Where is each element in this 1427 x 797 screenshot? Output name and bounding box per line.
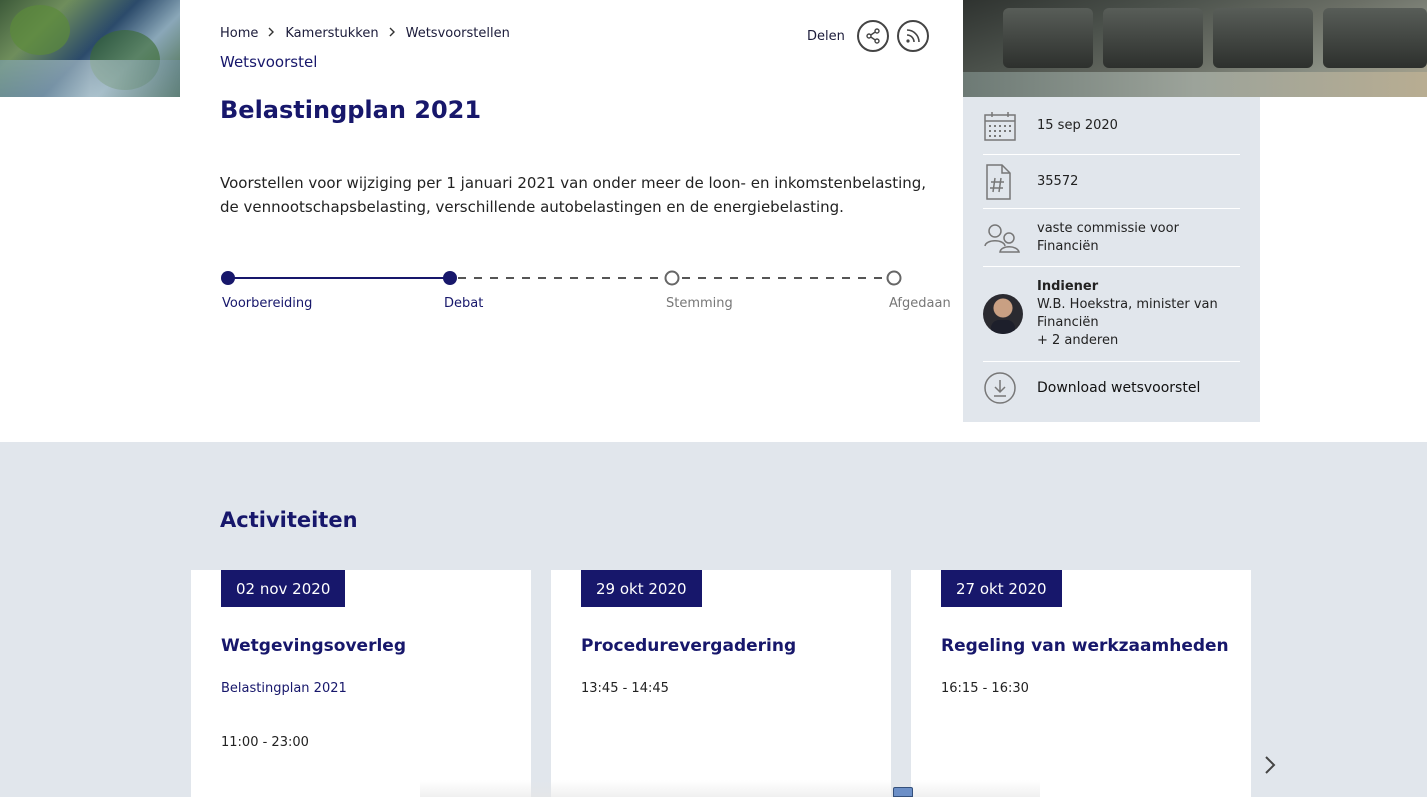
breadcrumb-wetsvoorstellen[interactable]: Wetsvoorstellen (406, 26, 510, 41)
committee-row[interactable]: vaste commissie voor Financiën (983, 209, 1240, 267)
share-button[interactable] (856, 20, 889, 52)
activity-date: 29 okt 2020 (581, 570, 702, 607)
rss-button[interactable] (896, 20, 929, 52)
activity-date: 02 nov 2020 (221, 570, 346, 607)
activity-card[interactable]: 02 nov 2020 Wetgevingsoverleg Belastingp… (191, 570, 531, 797)
floating-widget-icon[interactable] (893, 787, 913, 797)
number-row: 35572 (983, 155, 1240, 209)
submitter-name[interactable]: W.B. Hoekstra, minister van Financiën (1037, 297, 1218, 330)
breadcrumb: Home Kamerstukken Wetsvoorstellen (220, 26, 510, 41)
step-label-afgedaan: Afgedaan (889, 296, 951, 311)
download-icon (983, 371, 1037, 405)
bottom-overlay (420, 780, 1040, 797)
activity-time: 11:00 - 23:00 (221, 735, 309, 750)
step-dot-debat (443, 271, 457, 285)
activity-title[interactable]: Wetgevingsoverleg (221, 636, 406, 656)
avatar (983, 294, 1023, 334)
activity-time: 16:15 - 16:30 (941, 681, 1029, 696)
committee-value[interactable]: vaste commissie voor Financiën (1037, 220, 1240, 256)
date-row: 15 sep 2020 (983, 97, 1240, 155)
step-dot-voorbereiding (221, 271, 235, 285)
submitter-label: Indiener (1037, 279, 1099, 294)
activity-title[interactable]: Procedurevergadering (581, 636, 796, 656)
activity-time: 13:45 - 14:45 (581, 681, 669, 696)
hash-document-icon (983, 163, 1037, 201)
chevron-next-icon (1265, 756, 1276, 774)
step-label-voorbereiding: Voorbereiding (222, 296, 313, 311)
share-bar: Delen (807, 20, 929, 52)
breadcrumb-kamerstukken[interactable]: Kamerstukken (285, 26, 378, 41)
progress-tracker: Voorbereiding Debat Stemming Afgedaan (220, 266, 951, 316)
people-icon (983, 222, 1037, 254)
progress-line (221, 270, 902, 286)
submitter-info: Indiener W.B. Hoekstra, minister van Fin… (1037, 278, 1240, 350)
download-link[interactable]: Download wetsvoorstel (1037, 379, 1200, 397)
share-label: Delen (807, 28, 845, 44)
carousel-next-button[interactable] (1260, 752, 1280, 778)
document-kind: Wetsvoorstel (220, 53, 318, 71)
share-icon (866, 28, 880, 44)
header-photo-right (963, 0, 1427, 97)
rss-icon (906, 29, 920, 43)
chevron-right-icon (389, 26, 396, 41)
submitter-row: Indiener W.B. Hoekstra, minister van Fin… (983, 267, 1240, 362)
description: Voorstellen voor wijziging per 1 januari… (220, 174, 927, 216)
activity-title[interactable]: Regeling van werkzaamheden (941, 636, 1229, 656)
submitter-avatar-wrap (983, 294, 1037, 334)
step-label-stemming: Stemming (666, 296, 733, 311)
activity-date: 27 okt 2020 (941, 570, 1062, 607)
breadcrumb-home[interactable]: Home (220, 26, 258, 41)
date-value: 15 sep 2020 (1037, 117, 1118, 133)
submitter-more[interactable]: + 2 anderen (1037, 333, 1118, 348)
page-title: Belastingplan 2021 (220, 96, 482, 124)
step-label-debat: Debat (444, 296, 484, 311)
chevron-right-icon (268, 26, 275, 41)
header-photo-left (0, 0, 180, 97)
info-panel: 15 sep 2020 35572 vaste commissie voor F… (963, 97, 1260, 422)
activity-card[interactable]: 27 okt 2020 Regeling van werkzaamheden 1… (911, 570, 1251, 797)
activities-title: Activiteiten (220, 508, 358, 532)
number-value: 35572 (1037, 173, 1079, 189)
step-dot-stemming (664, 270, 680, 286)
activity-card[interactable]: 29 okt 2020 Procedurevergadering 13:45 -… (551, 570, 891, 797)
activity-subtitle: Belastingplan 2021 (221, 681, 347, 696)
step-dot-afgedaan (886, 270, 902, 286)
download-row[interactable]: Download wetsvoorstel (983, 362, 1240, 414)
calendar-icon (983, 110, 1037, 142)
